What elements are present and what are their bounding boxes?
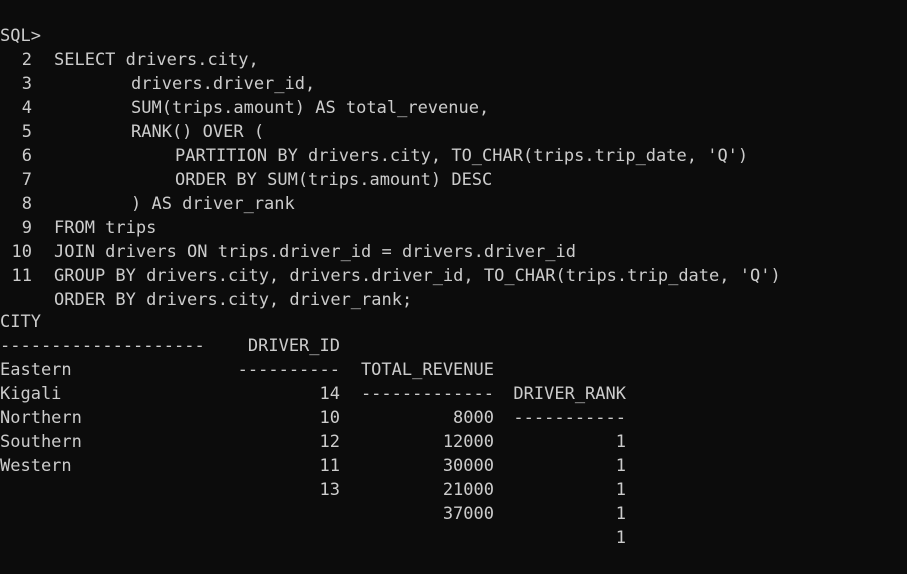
sql-code: SUM(trips.amount) AS total_revenue,: [131, 98, 490, 118]
column-header-driver-rank: DRIVER_RANK: [513, 384, 626, 404]
table-row: Northern 12 30000 1: [0, 382, 626, 500]
cell-driver-id: 12: [319, 432, 340, 452]
sql-code: FROM trips: [54, 218, 157, 238]
sql-line-3: 3 SUM(trips.amount) AS total_revenue,: [0, 48, 489, 118]
sql-code: PARTITION BY drivers.city, TO_CHAR(trips…: [175, 146, 749, 166]
table-row: Kigali 10 12000 1: [0, 358, 626, 476]
sql-line-4: 4 RANK() OVER (: [0, 72, 264, 142]
sql-line-2: 2 drivers.driver_id,: [0, 24, 315, 94]
sql-line-5: 5 PARTITION BY drivers.city, TO_CHAR(tri…: [0, 96, 748, 166]
cell-total-revenue: 37000: [442, 504, 494, 524]
column-header-total-revenue: TOTAL_REVENUE: [360, 360, 494, 380]
divider-total-revenue: -------------: [360, 384, 494, 404]
cell-total-revenue: 30000: [442, 456, 494, 476]
cell-driver-rank: 1: [615, 504, 626, 524]
cell-total-revenue: 21000: [442, 480, 494, 500]
table-row: Western 13 37000 1: [0, 430, 626, 548]
sql-line-11: 11 ORDER BY drivers.city, driver_rank;: [0, 240, 413, 310]
sql-line-6: 6 ORDER BY SUM(trips.amount) DESC: [0, 120, 493, 190]
cell-driver-rank: 1: [615, 456, 626, 476]
column-header-driver-id: DRIVER_ID: [247, 336, 340, 356]
sql-code: SELECT drivers.city,: [54, 50, 259, 70]
divider-driver-id: ----------: [237, 360, 340, 380]
result-divider-row: -------------------- ---------- --------…: [0, 310, 626, 428]
cell-total-revenue: 8000: [453, 408, 494, 428]
sql-code: JOIN drivers ON trips.driver_id = driver…: [54, 242, 576, 262]
sql-line-7: 7 ) AS driver_rank: [0, 144, 295, 214]
sql-code: GROUP BY drivers.city, drivers.driver_id…: [54, 266, 781, 286]
cell-driver-id: 11: [319, 456, 340, 476]
result-header-row: CITY DRIVER_ID TOTAL_REVENUE DRIVER_RANK: [0, 286, 626, 404]
line-number: 11: [11, 266, 32, 286]
terminal-window[interactable]: SQL> SELECT drivers.city, 2 drivers.driv…: [0, 0, 907, 548]
cell-city: Western: [0, 456, 72, 476]
cell-total-revenue: 12000: [442, 432, 494, 452]
cell-driver-rank: 1: [615, 432, 626, 452]
cell-driver-id: 10: [319, 408, 340, 428]
cell-driver-id: 14: [319, 384, 340, 404]
sql-code: ORDER BY SUM(trips.amount) DESC: [175, 170, 493, 190]
cell-driver-rank: 1: [615, 480, 626, 500]
table-row: Southern 11 21000 1: [0, 406, 626, 524]
table-row: Eastern 14 8000 1: [0, 334, 626, 452]
sql-line-8: 8 FROM trips: [0, 168, 157, 238]
sql-line-10: 10 GROUP BY drivers.city, drivers.driver…: [0, 216, 781, 286]
divider-driver-rank: -----------: [513, 408, 626, 428]
sql-code: ORDER BY drivers.city, driver_rank;: [54, 290, 413, 310]
sql-code: ) AS driver_rank: [131, 194, 295, 214]
sql-code: drivers.driver_id,: [131, 74, 316, 94]
sql-code: RANK() OVER (: [131, 122, 265, 142]
cell-driver-rank: 1: [615, 528, 626, 548]
sql-line-9: 9 JOIN drivers ON trips.driver_id = driv…: [0, 192, 576, 262]
cell-driver-id: 13: [319, 480, 340, 500]
sql-line-1: SQL> SELECT drivers.city,: [0, 0, 259, 70]
